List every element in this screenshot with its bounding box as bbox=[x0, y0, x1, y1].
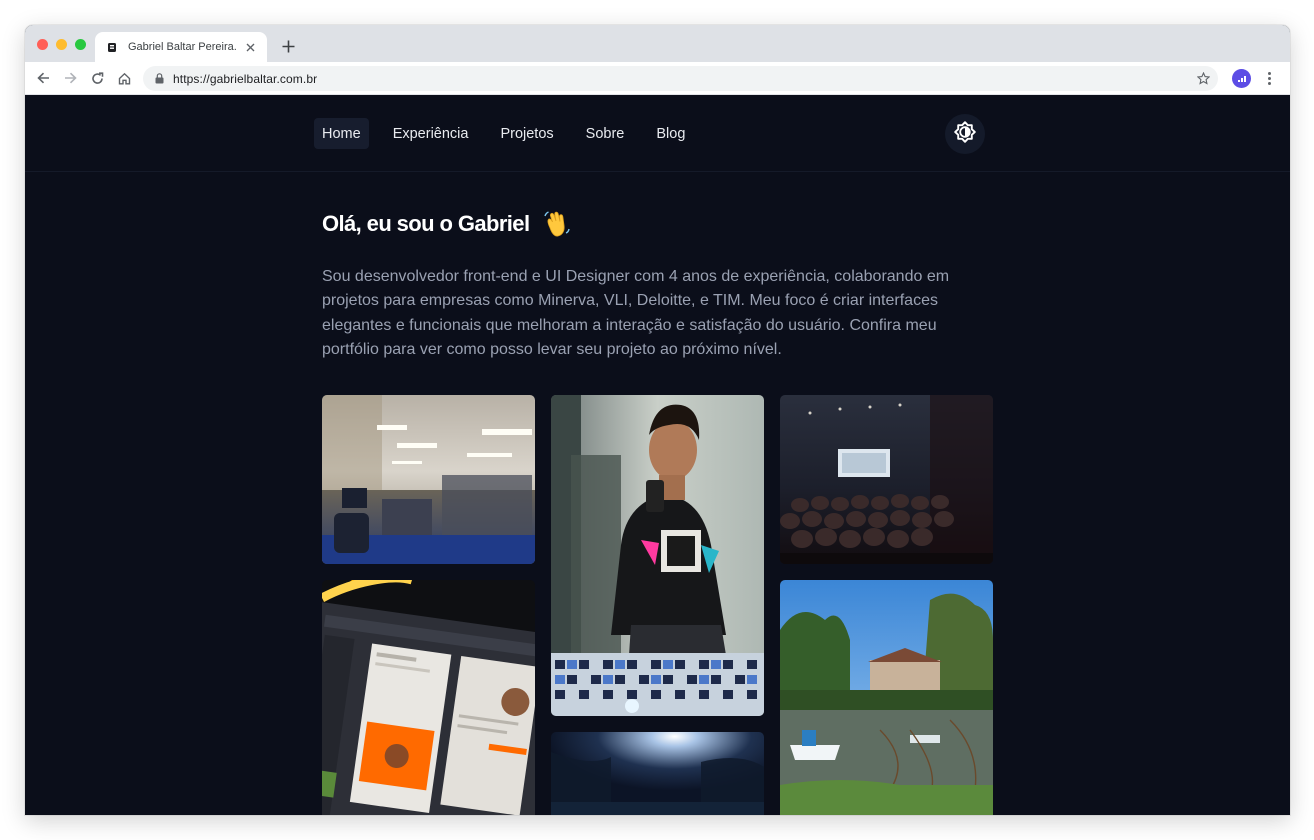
tab-strip: Gabriel Baltar Pereira... bbox=[25, 25, 1290, 62]
extension-icon[interactable] bbox=[1232, 69, 1251, 88]
favicon-icon bbox=[105, 40, 119, 54]
hero-title: Olá, eu sou o Gabriel bbox=[322, 207, 1002, 241]
lock-icon bbox=[153, 73, 165, 85]
back-arrow-icon[interactable] bbox=[35, 70, 51, 86]
bookmark-star-icon[interactable] bbox=[1196, 71, 1210, 85]
new-tab-icon[interactable] bbox=[280, 38, 296, 54]
close-window-button[interactable] bbox=[37, 39, 48, 50]
waving-hand-icon bbox=[541, 208, 573, 240]
maximize-window-button[interactable] bbox=[75, 39, 86, 50]
website-page: Home Experiência Projetos Sobre Blog Olá… bbox=[25, 95, 1290, 815]
address-bar[interactable]: https://gabrielbaltar.com.br bbox=[143, 66, 1218, 91]
theme-toggle-button[interactable] bbox=[945, 114, 985, 154]
hero-section: Olá, eu sou o Gabriel Sou desenvolvedor … bbox=[322, 207, 1002, 362]
conference-photo[interactable] bbox=[780, 395, 993, 564]
minimize-window-button[interactable] bbox=[56, 39, 67, 50]
reload-icon[interactable] bbox=[89, 70, 105, 86]
nav-item-blog[interactable]: Blog bbox=[648, 118, 693, 149]
lake-photo[interactable] bbox=[780, 580, 993, 815]
nav-item-projetos[interactable]: Projetos bbox=[492, 118, 561, 149]
main-navigation: Home Experiência Projetos Sobre Blog bbox=[314, 118, 709, 149]
nav-item-experiencia[interactable]: Experiência bbox=[385, 118, 477, 149]
hero-description: Sou desenvolvedor front-end e UI Designe… bbox=[322, 268, 950, 358]
brightness-icon bbox=[953, 120, 977, 149]
window-controls bbox=[37, 39, 86, 50]
close-tab-icon[interactable] bbox=[243, 40, 257, 54]
browser-tab[interactable]: Gabriel Baltar Pereira... bbox=[95, 32, 267, 62]
home-icon[interactable] bbox=[116, 70, 132, 86]
forest-photo[interactable] bbox=[551, 732, 764, 815]
selfie-photo[interactable] bbox=[551, 395, 764, 716]
tab-title: Gabriel Baltar Pereira... bbox=[128, 41, 237, 53]
url-text: https://gabrielbaltar.com.br bbox=[173, 71, 318, 86]
office-photo[interactable] bbox=[322, 395, 535, 564]
nav-item-home[interactable]: Home bbox=[314, 118, 369, 149]
forward-arrow-icon[interactable] bbox=[62, 70, 78, 86]
design-screen-photo[interactable] bbox=[322, 580, 535, 815]
browser-toolbar: https://gabrielbaltar.com.br bbox=[25, 62, 1290, 95]
browser-window: Gabriel Baltar Pereira... https://gabrie… bbox=[25, 25, 1290, 815]
browser-menu-icon[interactable] bbox=[1264, 70, 1274, 86]
hero-title-text: Olá, eu sou o Gabriel bbox=[322, 211, 530, 236]
site-header: Home Experiência Projetos Sobre Blog bbox=[25, 95, 1290, 172]
nav-item-sobre[interactable]: Sobre bbox=[578, 118, 633, 149]
